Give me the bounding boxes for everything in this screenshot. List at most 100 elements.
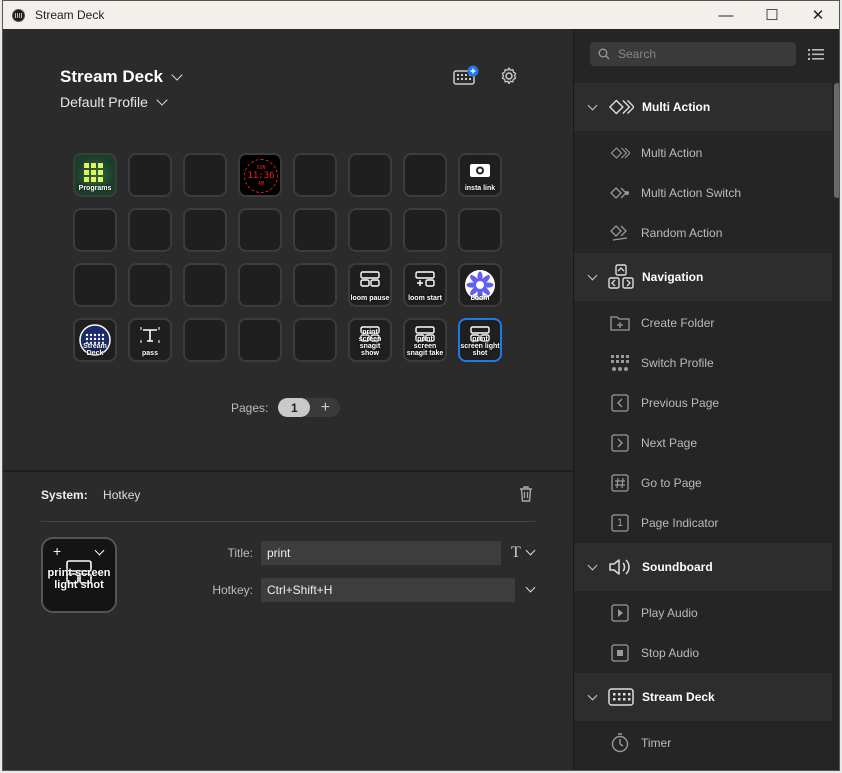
search-icon bbox=[598, 48, 610, 60]
maximize-button[interactable]: ☐ bbox=[749, 1, 795, 29]
system-label: System: bbox=[41, 488, 88, 502]
key-slot[interactable]: print screen snagit show bbox=[348, 318, 392, 362]
key-slot[interactable] bbox=[73, 263, 117, 307]
key-slot[interactable] bbox=[238, 263, 282, 307]
category-stream-deck[interactable]: Stream Deck bbox=[574, 673, 832, 721]
chevron-down-icon[interactable] bbox=[94, 545, 105, 556]
key-slot[interactable] bbox=[128, 208, 172, 252]
multi-action-icon bbox=[610, 143, 630, 163]
key-slot[interactable]: Programs bbox=[73, 153, 117, 197]
panel-divider[interactable] bbox=[3, 470, 573, 472]
delete-button[interactable] bbox=[518, 485, 534, 507]
action-label: Page Indicator bbox=[641, 516, 719, 530]
key-label: loom pause bbox=[350, 295, 390, 302]
key-slot[interactable] bbox=[73, 208, 117, 252]
action-create-folder[interactable]: Create Folder bbox=[574, 303, 832, 343]
key-slot[interactable] bbox=[293, 153, 337, 197]
pages-label: Pages: bbox=[231, 400, 269, 415]
key-slot[interactable] bbox=[348, 153, 392, 197]
key-slot[interactable]: Stream Deck bbox=[73, 318, 117, 362]
key-slot[interactable] bbox=[128, 153, 172, 197]
key-slot[interactable]: Loom bbox=[458, 263, 502, 307]
key-slot[interactable]: loom start bbox=[403, 263, 447, 307]
action-multi-action-switch[interactable]: Multi Action Switch bbox=[574, 173, 832, 213]
add-icon[interactable]: + bbox=[53, 543, 61, 559]
minimize-button[interactable]: — bbox=[703, 1, 749, 29]
add-page-button[interactable]: + bbox=[310, 399, 340, 417]
apps-grid-icon bbox=[75, 161, 115, 185]
key-slot[interactable] bbox=[293, 318, 337, 362]
multi-action-switch-icon bbox=[610, 186, 630, 200]
key-label: print screen snagit take bbox=[406, 336, 444, 357]
key-slot[interactable] bbox=[183, 318, 227, 362]
device-selector[interactable]: Stream Deck bbox=[60, 67, 183, 87]
key-slot[interactable] bbox=[183, 208, 227, 252]
profile-selector[interactable]: Default Profile bbox=[60, 93, 168, 110]
search-box[interactable] bbox=[590, 42, 796, 66]
action-multi-action[interactable]: Multi Action bbox=[574, 133, 832, 173]
settings-button[interactable] bbox=[499, 66, 519, 91]
action-timer[interactable]: Timer bbox=[574, 723, 832, 763]
page-indicator-number: 1 bbox=[616, 517, 624, 529]
key-slot[interactable]: loom pause bbox=[348, 263, 392, 307]
search-input[interactable] bbox=[616, 46, 790, 62]
title-input[interactable] bbox=[261, 541, 501, 565]
key-slot[interactable] bbox=[403, 208, 447, 252]
profile-name: Default Profile bbox=[60, 94, 148, 110]
key-slot[interactable] bbox=[348, 208, 392, 252]
category-label: Soundboard bbox=[642, 560, 713, 574]
category-multi-action[interactable]: Multi Action bbox=[574, 83, 832, 131]
hotkey-row: Hotkey: Ctrl+Shift+H bbox=[193, 578, 536, 602]
stop-audio-icon bbox=[610, 644, 630, 662]
category-soundboard[interactable]: Soundboard bbox=[574, 543, 832, 591]
key-label: print screen snagit show bbox=[358, 329, 382, 357]
category-navigation[interactable]: Navigation bbox=[574, 253, 832, 301]
action-next-page[interactable]: Next Page bbox=[574, 423, 832, 463]
text-format-icon[interactable]: T bbox=[511, 544, 521, 562]
action-stop-audio[interactable]: Stop Audio bbox=[574, 633, 832, 673]
key-preview[interactable]: + print screen light shot bbox=[41, 537, 117, 613]
key-label: loom start bbox=[408, 295, 442, 302]
action-page-indicator[interactable]: 1 Page Indicator bbox=[574, 503, 832, 543]
list-view-button[interactable] bbox=[808, 48, 824, 66]
action-go-to-page[interactable]: Go to Page bbox=[574, 463, 832, 503]
store-button[interactable] bbox=[453, 65, 479, 92]
key-slot[interactable] bbox=[238, 208, 282, 252]
key-slot[interactable] bbox=[183, 153, 227, 197]
chevron-down-icon[interactable] bbox=[525, 582, 536, 593]
key-slot[interactable] bbox=[293, 263, 337, 307]
key-slot[interactable]: insta link bbox=[458, 153, 502, 197]
action-random-action[interactable]: Random Action bbox=[574, 213, 832, 253]
key-slot[interactable]: print screen light shot bbox=[458, 318, 502, 362]
key-slot[interactable]: SUN 11:36 AM bbox=[238, 153, 282, 197]
title-bar[interactable]: Stream Deck — ☐ ✕ bbox=[3, 1, 839, 29]
key-label: print screen light shot bbox=[460, 336, 500, 357]
key-slot[interactable]: pass bbox=[128, 318, 172, 362]
key-slot[interactable] bbox=[183, 263, 227, 307]
page-1-button[interactable]: 1 bbox=[278, 398, 311, 417]
hotkey-field[interactable]: Ctrl+Shift+H bbox=[261, 578, 515, 602]
key-slot[interactable] bbox=[128, 263, 172, 307]
chevron-down-icon[interactable] bbox=[525, 545, 536, 556]
action-previous-page[interactable]: Previous Page bbox=[574, 383, 832, 423]
close-button[interactable]: ✕ bbox=[795, 1, 839, 29]
list-icon bbox=[808, 49, 824, 60]
action-label: Go to Page bbox=[641, 476, 702, 490]
sidebar-scrollbar[interactable] bbox=[834, 83, 839, 198]
create-folder-icon bbox=[610, 314, 630, 332]
go-to-page-icon bbox=[610, 474, 630, 492]
action-switch-profile[interactable]: Switch Profile bbox=[574, 343, 832, 383]
key-slot[interactable]: print screen snagit take bbox=[403, 318, 447, 362]
key-slot[interactable] bbox=[238, 318, 282, 362]
page-indicator-icon: 1 bbox=[610, 514, 630, 532]
key-label: Loom bbox=[470, 295, 490, 302]
key-slot[interactable] bbox=[403, 153, 447, 197]
action-label: Stop Audio bbox=[641, 646, 700, 660]
key-slot[interactable] bbox=[458, 208, 502, 252]
chevron-down-icon bbox=[587, 690, 598, 700]
actions-sidebar: Multi Action Multi Action Multi Action Swi… bbox=[573, 29, 839, 770]
store-icon bbox=[453, 65, 479, 85]
action-play-audio[interactable]: Play Audio bbox=[574, 593, 832, 633]
chevron-down-icon bbox=[587, 560, 598, 570]
key-slot[interactable] bbox=[293, 208, 337, 252]
